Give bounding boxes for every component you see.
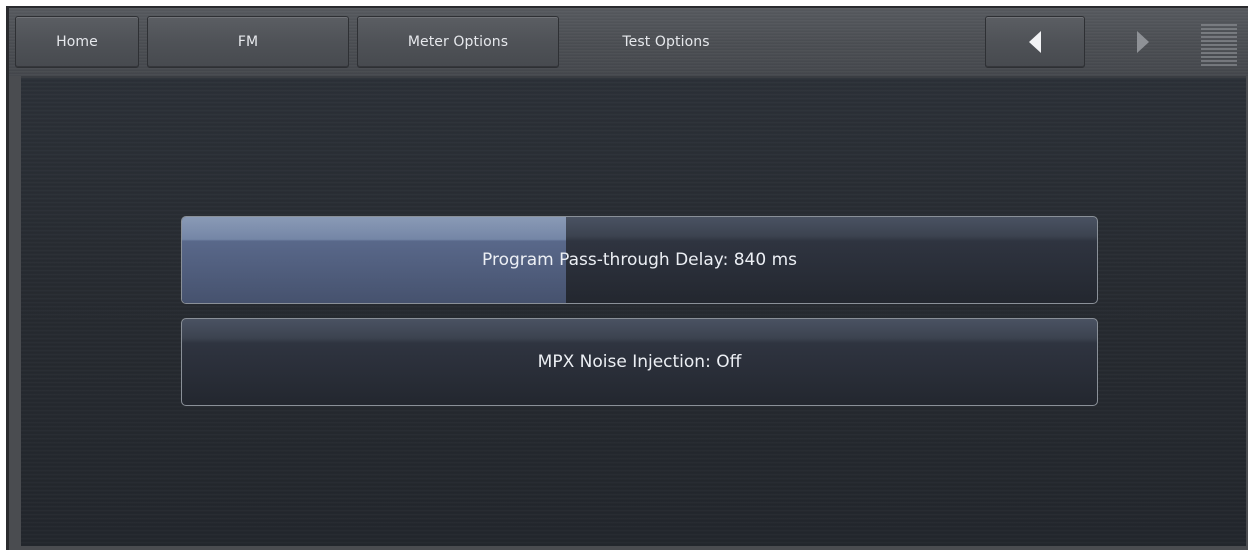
slider-label: Program Pass-through Delay: 840 ms [482,250,797,270]
tab-fm[interactable]: FM [147,16,349,68]
tab-test-options[interactable]: Test Options [565,16,767,68]
tab-meter-options-label: Meter Options [407,34,509,50]
mpx-noise-injection-button[interactable]: MPX Noise Injection: Off [181,318,1098,406]
program-pass-through-delay-slider[interactable]: Program Pass-through Delay: 840 ms [181,216,1098,304]
tab-test-options-label: Test Options [622,34,710,50]
back-button[interactable] [985,16,1085,68]
triangle-left-icon [1029,31,1041,53]
tab-home-label: Home [56,34,98,50]
tab-home[interactable]: Home [15,16,139,68]
settings-panel: Program Pass-through Delay: 840 ms MPX N… [21,76,1246,546]
forward-button[interactable] [1093,16,1193,68]
tab-fm-label: FM [237,34,259,50]
menu-lines-icon[interactable] [1200,22,1238,66]
top-navigation-bar: Home FM Meter Options Test Options [9,8,1248,76]
app-frame: Home FM Meter Options Test Options Progr… [6,6,1248,550]
triangle-right-icon [1137,31,1149,53]
tab-meter-options[interactable]: Meter Options [357,16,559,68]
button-label: MPX Noise Injection: Off [537,352,742,372]
